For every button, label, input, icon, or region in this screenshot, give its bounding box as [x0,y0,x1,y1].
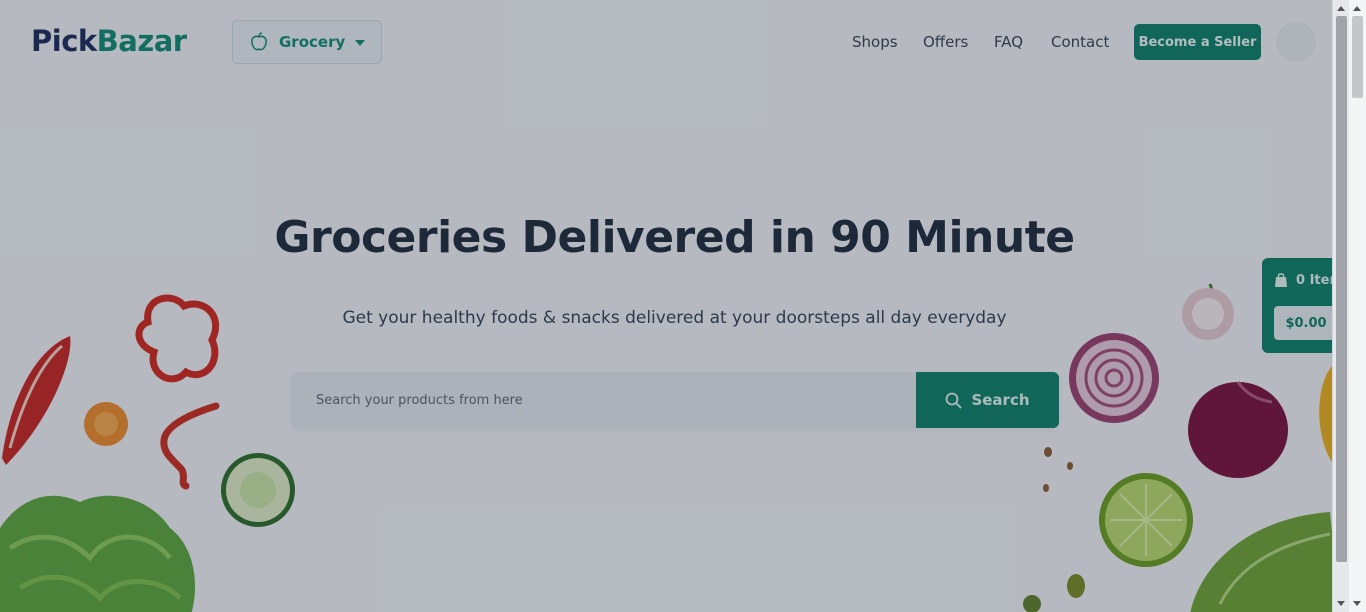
avatar[interactable] [1276,22,1316,62]
pepper-ring-image [135,294,220,383]
logo[interactable]: PickBazar [31,24,187,58]
cart-items: 0 Item [1274,272,1336,288]
cart-widget[interactable]: 0 Item $0.00 [1262,258,1336,353]
cart-total: $0.00 [1274,306,1336,340]
cabbage-image [1190,512,1340,612]
nav-link-shops[interactable]: Shops [852,33,898,51]
nav-link-offers[interactable]: Offers [923,33,968,51]
scroll-up-arrow-icon[interactable] [1337,6,1345,11]
seeds-image [1023,447,1085,612]
onion-slice-image [1069,333,1159,423]
chevron-down-icon [355,40,365,46]
become-seller-button[interactable]: Become a Seller [1134,24,1261,60]
apple-icon [251,32,267,51]
page: PickBazar Grocery Shops Offers FAQ Conta… [0,0,1349,612]
page-scroll-down-arrow-icon[interactable] [1353,601,1361,606]
search-icon [946,392,962,408]
inner-scrollbar[interactable] [1332,0,1349,612]
pepper-strip-image [160,402,220,490]
scrollbar-thumb[interactable] [1336,16,1347,562]
search-button-label: Search [971,391,1030,409]
header: PickBazar Grocery Shops Offers FAQ Conta… [0,0,1349,86]
hero-title: Groceries Delivered in 90 Minute [274,212,1075,263]
red-onion-image [1188,381,1288,478]
cucumber-slice-image [221,453,295,527]
red-pepper-slice-image [2,336,71,465]
nav-link-faq[interactable]: FAQ [994,33,1023,51]
scroll-down-arrow-icon[interactable] [1337,601,1345,606]
search-button[interactable]: Search [916,372,1059,428]
page-scrollbar[interactable] [1349,0,1366,612]
cart-items-count: 0 Item [1296,272,1336,288]
search-bar: Search [291,372,1059,428]
lettuce-image [0,495,195,612]
logo-part-pick: Pick [31,24,97,58]
search-input[interactable] [291,372,916,428]
shop-type-dropdown[interactable]: Grocery [232,20,382,64]
shop-type-label: Grocery [279,33,346,51]
shopping-bag-icon [1275,273,1287,287]
nav-link-contact[interactable]: Contact [1051,33,1109,51]
page-scrollbar-thumb[interactable] [1352,16,1363,98]
hero-subtitle: Get your healthy foods & snacks delivere… [342,308,1007,328]
carrot-slice-image [84,402,128,446]
page-scroll-up-arrow-icon[interactable] [1353,6,1361,11]
logo-part-bazar: Bazar [96,24,187,58]
